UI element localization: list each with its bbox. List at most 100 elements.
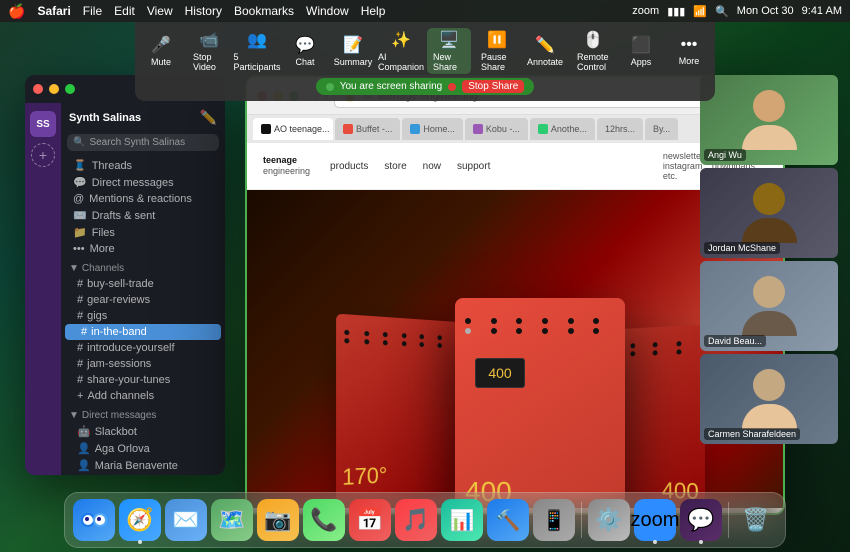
more-button[interactable]: ••• More [667,34,711,68]
dm-maria[interactable]: 👤 Maria Benavente [61,457,225,474]
nav-store[interactable]: store [384,161,406,172]
annotate-button[interactable]: ✏️ Annotate [523,33,567,69]
menu-file[interactable]: File [83,4,102,18]
tab-another[interactable]: Anothe... [530,118,595,140]
participant-jordan: Jordan McShane [700,168,838,258]
app-menu-safari[interactable]: Safari [37,4,70,18]
time: 9:41 AM [802,5,842,17]
search-icon[interactable]: 🔍 [715,5,729,18]
dock-trash[interactable]: 🗑️ [735,499,777,541]
menu-help[interactable]: Help [361,4,386,18]
apple-menu[interactable]: 🍎 [8,3,25,20]
mute-label: Mute [151,57,171,67]
menu-window[interactable]: Window [306,4,349,18]
dm-slackbot[interactable]: 🤖 Slackbot [61,423,225,440]
dock-xcode[interactable]: 🔨 [487,499,529,541]
dock-safari[interactable]: 🧭 [119,499,161,541]
ai-companion-label: AI Companion [378,52,424,72]
menu-view[interactable]: View [147,4,173,18]
share-icon: 🖥️ [439,30,459,50]
mention-icon: @ [73,193,84,205]
tab-12hrs[interactable]: 12hrs... [597,118,643,140]
channel-jam[interactable]: # jam-sessions [61,356,225,372]
menu-bookmarks[interactable]: Bookmarks [234,4,294,18]
stop-share-button[interactable]: Stop Share [462,80,524,93]
nav-now[interactable]: now [423,161,441,172]
summary-button[interactable]: 📝 Summary [331,33,375,69]
participant-david: David Beau... [700,261,838,351]
dock-calendar[interactable]: 📅 [349,499,391,541]
channel-introduce[interactable]: # introduce-yourself [61,340,225,356]
desktop: 🍎 Safari File Edit View History Bookmark… [0,0,850,552]
tab-buffet[interactable]: Buffet -... [335,118,400,140]
pause-share-button[interactable]: ⏸️ Pause Share [475,28,519,74]
dock-simulator[interactable]: 📱 [533,499,575,541]
remote-control-button[interactable]: 🖱️ Remote Control [571,28,615,74]
mentions-nav[interactable]: @ Mentions & reactions [61,191,225,207]
new-share-label: New Share [433,52,465,72]
remote-control-label: Remote Control [577,52,609,72]
maximize-button[interactable] [65,84,75,94]
ai-companion-button[interactable]: ✨ AI Companion [379,28,423,74]
add-workspace-button[interactable]: + [31,143,55,167]
dock-zoom[interactable]: zoom [634,499,676,541]
channel-gigs[interactable]: # gigs [61,308,225,324]
dm-icon: 💬 [73,176,87,189]
stop-video-button[interactable]: 📹 Stop Video [187,28,231,74]
dock-mail[interactable]: ✉️ [165,499,207,541]
tab-home[interactable]: Home... [402,118,463,140]
more-nav[interactable]: ••• More [61,241,225,257]
files-nav[interactable]: 📁 Files [61,224,225,241]
tab-by[interactable]: By... [645,118,678,140]
channels-section-header[interactable]: ▼ Channels [61,257,225,276]
dock-numbers[interactable]: 📊 [441,499,483,541]
menu-history[interactable]: History [185,4,222,18]
channel-in-the-band[interactable]: # in-the-band [65,324,221,340]
nav-products[interactable]: products [330,161,368,172]
dms-nav[interactable]: 💬 Direct messages [61,174,225,191]
dock-system-prefs[interactable]: ⚙️ [588,499,630,541]
chat-button[interactable]: 💬 Chat [283,33,327,69]
dock-photos[interactable]: 📷 [257,499,299,541]
brand-line2: engineering [263,166,310,177]
tab-kobu[interactable]: Kobu -... [465,118,528,140]
dock-finder[interactable] [73,499,115,541]
dms-section-header[interactable]: ▼ Direct messages [61,404,225,423]
jordan-name: Jordan McShane [704,242,780,254]
dm-aga[interactable]: 👤 Aga Orlova [61,440,225,457]
new-message-icon[interactable]: ✏️ [200,109,217,126]
hash-icon: # [77,278,83,290]
dock-music[interactable]: 🎵 [395,499,437,541]
tab-favicon [538,124,548,134]
threads-nav[interactable]: 🧵 Threads [61,157,225,174]
close-button[interactable] [33,84,43,94]
participants-label: 5 Participants [233,52,280,72]
pause-share-label: Pause Share [481,52,513,72]
channel-share[interactable]: # share-your-tunes [61,372,225,388]
channel-buy-sell[interactable]: # buy-sell-trade [61,276,225,292]
tab-teenage-engineering[interactable]: AO teenage... [253,118,333,140]
add-channels[interactable]: + Add channels [61,388,225,404]
dock-slack[interactable]: 💬 [680,499,722,541]
apps-button[interactable]: ⬛ Apps [619,33,663,69]
participants-button[interactable]: 👥 5 Participants [235,28,279,74]
minimize-button[interactable] [49,84,59,94]
dock-facetime[interactable]: 📞 [303,499,345,541]
drafts-nav[interactable]: ✉️ Drafts & sent [61,207,225,224]
threads-icon: 🧵 [73,159,87,172]
chat-label: Chat [295,57,314,67]
more-icon: ••• [681,36,698,54]
menu-edit[interactable]: Edit [114,4,135,18]
hash-icon: # [77,294,83,306]
dock-maps[interactable]: 🗺️ [211,499,253,541]
search-bar[interactable]: 🔍 Search Synth Salinas [67,134,219,151]
more-label: More [679,56,700,66]
workspace-avatar[interactable]: SS [30,111,56,137]
new-share-button[interactable]: 🖥️ New Share [427,28,471,74]
nav-support[interactable]: support [457,161,490,172]
channel-gear[interactable]: # gear-reviews [61,292,225,308]
wifi-icon: 📶 [693,5,707,18]
angi-head [753,90,785,122]
mute-button[interactable]: 🎤 Mute [139,33,183,69]
dm-status: 👤 [77,442,91,455]
